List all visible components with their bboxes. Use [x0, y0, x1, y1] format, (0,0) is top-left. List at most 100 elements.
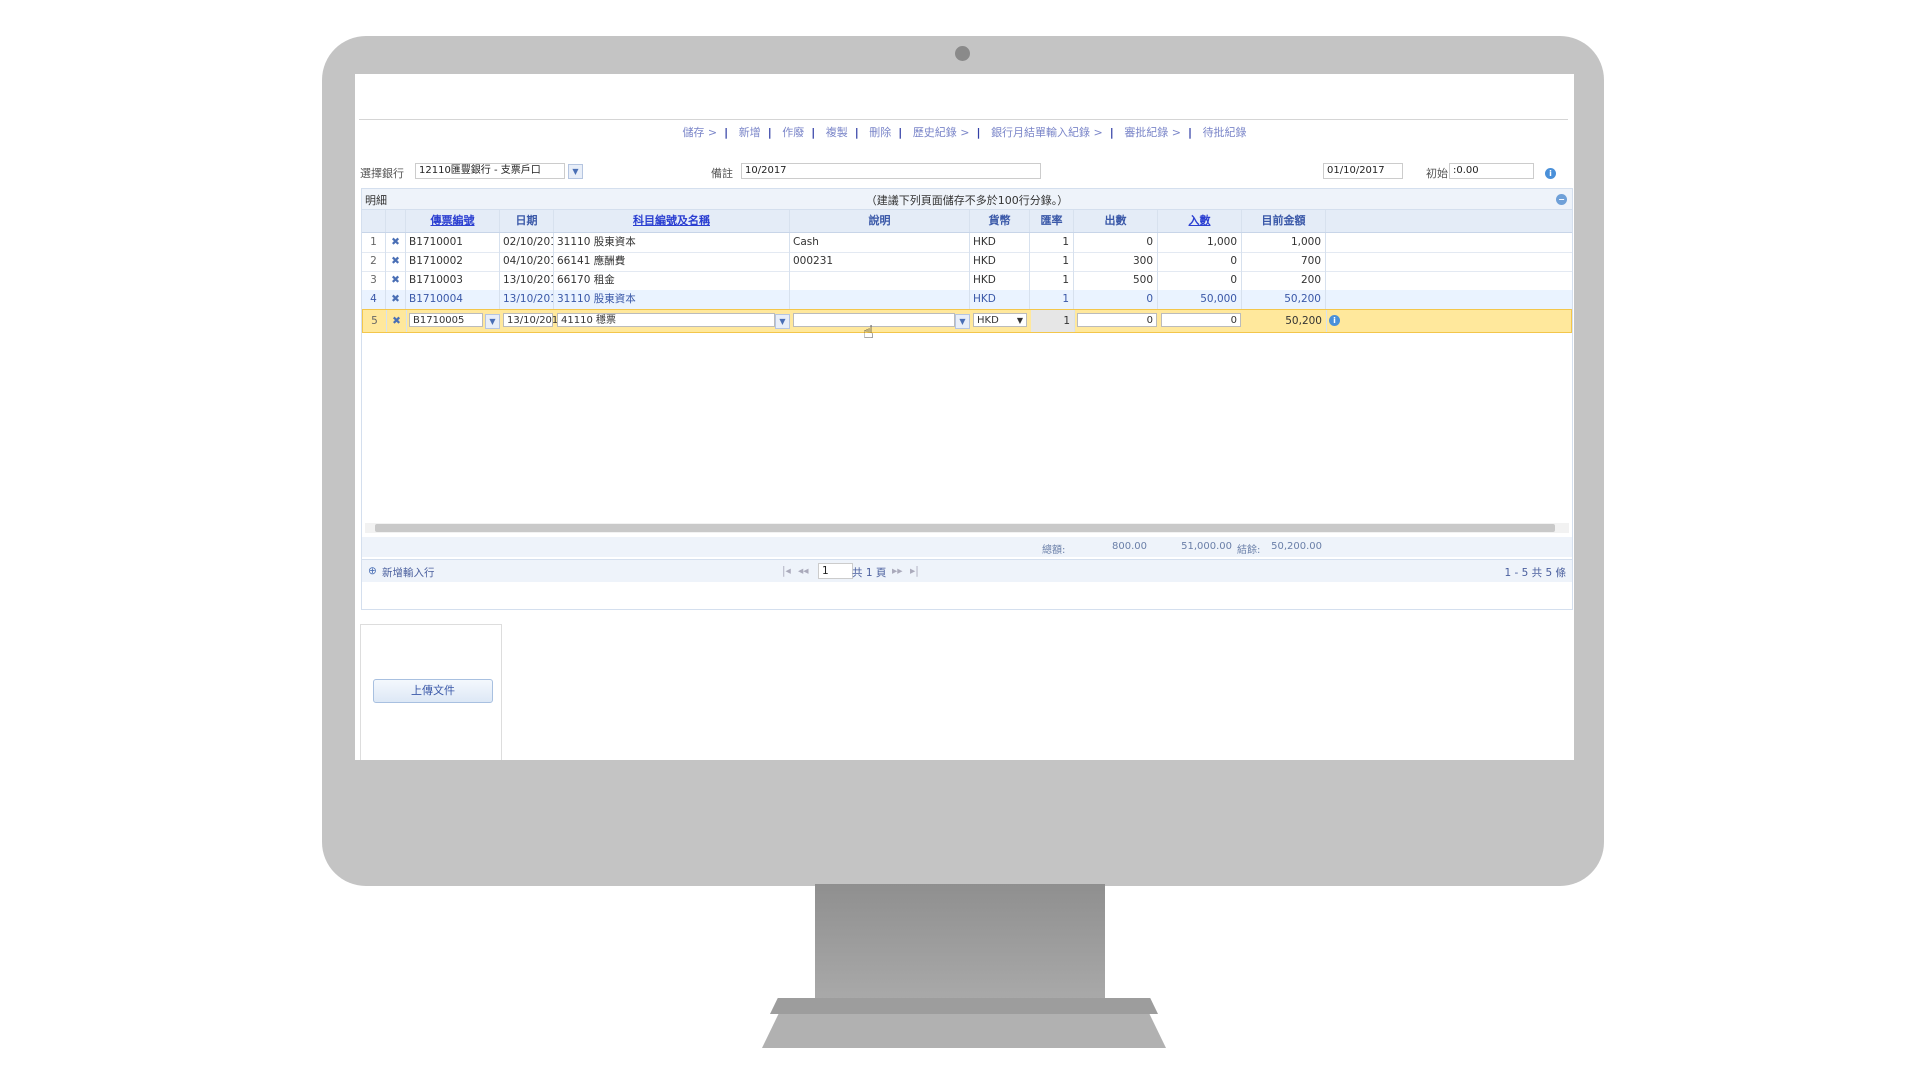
cell-desc [790, 271, 970, 290]
col-rate[interactable]: 匯率 [1030, 210, 1074, 232]
chevron-down-icon[interactable]: ▼ [485, 314, 500, 329]
cell-balance: 1,000 [1242, 233, 1326, 252]
next-page-icon[interactable]: ▸▸ [892, 565, 903, 577]
opening-label: 初始 [1426, 167, 1448, 180]
first-page-icon[interactable]: |◂ [782, 565, 791, 577]
delete-icon[interactable]: ✖ [386, 233, 406, 252]
account-input[interactable]: 41110 穩票 [557, 313, 775, 327]
page-count: 共 1 頁 [852, 567, 887, 579]
screen: 儲存 > | 新增 | 作廢 | 複製 | 刪除 | 歷史紀錄 > | 銀行月結單輸入紀錄 … [355, 74, 1574, 760]
col-balance[interactable]: 目前金額 [1242, 210, 1326, 232]
divider [359, 119, 1568, 120]
chevron-down-icon[interactable]: ▼ [568, 164, 583, 179]
panel-header: 明細 （建議下列頁面儲存不多於100行分錄。） − [362, 189, 1572, 210]
divider: | [767, 126, 772, 139]
last-page-icon[interactable]: ▸| [910, 565, 919, 577]
cell-account: 31110 股東資本 [554, 290, 790, 309]
info-icon[interactable]: i [1545, 168, 1556, 179]
delete-icon[interactable]: ✖ [386, 290, 406, 309]
cell-voucher: B1710002 [406, 252, 500, 271]
cell-currency: HKD [970, 233, 1030, 252]
cell-in: 0 [1158, 252, 1242, 271]
cell-desc [790, 290, 970, 309]
remark-input[interactable]: 10/2017 [741, 163, 1041, 179]
description-input[interactable] [793, 313, 955, 327]
toolbar-delete[interactable]: 刪除 [862, 126, 898, 139]
table-row[interactable]: 1✖B171000102/10/201731110 股東資本CashHKD101… [362, 233, 1572, 253]
currency-select[interactable]: HKD ▼ [973, 313, 1027, 327]
upload-button[interactable]: 上傳文件 [373, 679, 493, 703]
out-input[interactable]: 0 [1077, 313, 1157, 327]
toolbar-save[interactable]: 儲存 > [675, 126, 724, 139]
delete-header [386, 210, 406, 232]
chevron-down-icon[interactable]: ▼ [955, 314, 970, 329]
table-row[interactable]: 2✖B171000204/10/201766141 應酬費000231HKD13… [362, 252, 1572, 272]
prev-page-icon[interactable]: ◂◂ [798, 565, 809, 577]
collapse-icon[interactable]: − [1556, 194, 1567, 205]
table-row[interactable]: 3✖B171000313/10/201766170 租金 HKD15000200 [362, 271, 1572, 291]
monitor-stand-base-top [770, 998, 1158, 1014]
delete-icon[interactable]: ✖ [386, 252, 406, 271]
page-input[interactable]: 1 [818, 563, 853, 579]
cell-balance: 50,200 [1242, 290, 1326, 309]
cell-currency: HKD [970, 290, 1030, 309]
table-row-editing[interactable]: 5 ✖ B1710005 ▼ 13/10/2017 41110 穩票 ▼ ▼ HKD ▼ 1 0 0 50… [362, 309, 1572, 333]
col-account[interactable]: 科目編號及名稱 [554, 210, 790, 232]
cell-balance: 200 [1242, 271, 1326, 290]
add-row-button[interactable]: 新增輸入行 [382, 565, 435, 580]
table-row[interactable]: 4✖B171000413/10/201731110 股東資本 HKD1050,00… [362, 290, 1572, 310]
date-input[interactable]: 13/10/2017 [503, 313, 565, 327]
record-range: 1 - 5 共 5 條 [1504, 567, 1566, 579]
toolbar-pending-log[interactable]: 待批紀錄 [1196, 126, 1254, 139]
toolbar-history[interactable]: 歷史紀錄 > [906, 126, 977, 139]
bank-label: 選擇銀行 [360, 167, 404, 180]
toolbar-new[interactable]: 新增 [732, 126, 768, 139]
info-icon[interactable]: i [1329, 315, 1340, 326]
voucher-input[interactable]: B1710005 [409, 313, 483, 327]
bank-select[interactable]: 12110匯豐銀行 - 支票戶口 [415, 163, 565, 179]
cell-out: 0 [1074, 290, 1158, 309]
cell-balance: 50,200 [1243, 310, 1327, 332]
col-in[interactable]: 入數 [1158, 210, 1242, 232]
chevron-down-icon[interactable]: ▼ [1017, 314, 1023, 328]
camera-icon [955, 46, 970, 61]
toolbar-bank-statement-log[interactable]: 銀行月結單輸入紀錄 > [984, 126, 1110, 139]
delete-icon[interactable]: ✖ [386, 271, 406, 290]
divider: | [1109, 126, 1114, 139]
cell-no: 4 [362, 290, 386, 309]
divider: | [854, 126, 859, 139]
toolbar-approval-log[interactable]: 審批紀錄 > [1117, 126, 1188, 139]
opening-balance-input[interactable]: :0.00 [1449, 163, 1534, 179]
cell-date: 04/10/2017 [500, 252, 554, 271]
pointer-cursor-icon: ☝ [863, 322, 874, 343]
toolbar-copy[interactable]: 複製 [819, 126, 855, 139]
col-currency[interactable]: 貨幣 [970, 210, 1030, 232]
total-out: 800.00 [1112, 541, 1147, 552]
pager-bar: ⊕ 新增輸入行 |◂ ◂◂ 1 共 1 頁 ▸▸ ▸| 1 - 5 共 5 條 [362, 559, 1572, 582]
detail-panel: 明細 （建議下列頁面儲存不多於100行分錄。） − 傳票編號 日期 科目編號及名… [361, 188, 1573, 610]
cell-date: 13/10/2017 [500, 271, 554, 290]
col-date[interactable]: 日期 [500, 210, 554, 232]
col-voucher[interactable]: 傳票編號 [406, 210, 500, 232]
divider: | [1188, 126, 1193, 139]
cell-date: 02/10/2017 [500, 233, 554, 252]
cell-in: 0 [1158, 271, 1242, 290]
cell-rate: 1 [1030, 233, 1074, 252]
horizontal-scrollbar[interactable] [365, 523, 1569, 533]
chevron-down-icon[interactable]: ▼ [775, 314, 790, 329]
delete-icon[interactable]: ✖ [387, 310, 407, 332]
col-out[interactable]: 出數 [1074, 210, 1158, 232]
scrollbar-thumb[interactable] [375, 524, 1555, 532]
cell-voucher: B1710003 [406, 271, 500, 290]
col-description[interactable]: 說明 [790, 210, 970, 232]
divider: | [724, 126, 729, 139]
cell-account: 66170 租金 [554, 271, 790, 290]
cell-no: 2 [362, 252, 386, 271]
toolbar-void[interactable]: 作廢 [775, 126, 811, 139]
add-row-icon[interactable]: ⊕ [368, 565, 377, 577]
total-in: 51,000.00 [1181, 541, 1232, 552]
date-input[interactable]: 01/10/2017 [1323, 163, 1403, 179]
cell-in: 1,000 [1158, 233, 1242, 252]
cell-voucher: B1710001 [406, 233, 500, 252]
in-input[interactable]: 0 [1161, 313, 1241, 327]
